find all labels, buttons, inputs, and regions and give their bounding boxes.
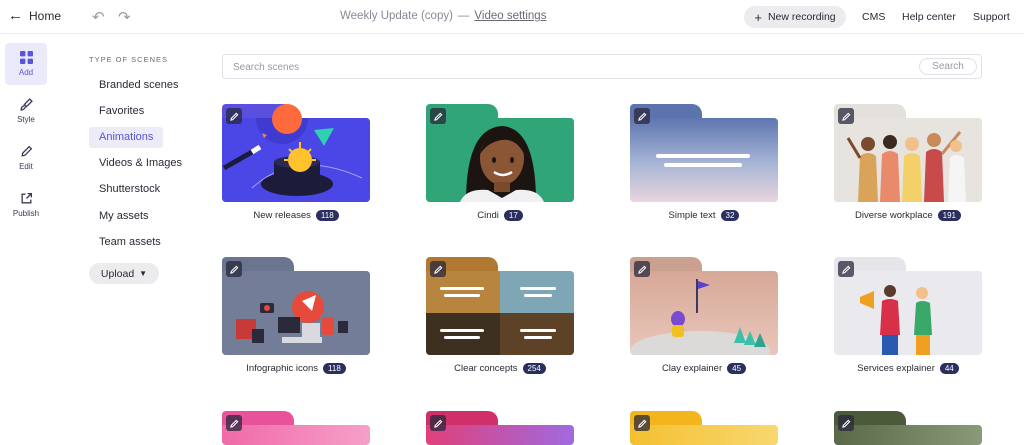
search-input[interactable] [233, 60, 833, 74]
edit-pencil-icon[interactable] [634, 261, 650, 277]
category-branded-scenes[interactable]: Branded scenes [89, 75, 189, 96]
rail-style-label: Style [17, 115, 35, 124]
megaphone-people-illustration [834, 271, 982, 355]
rail-style[interactable]: Style [5, 90, 47, 132]
share-icon [21, 192, 32, 204]
title-separator: — [457, 10, 470, 22]
category-favorites[interactable]: Favorites [89, 101, 154, 122]
scene-count-badge: 118 [323, 363, 346, 374]
support-link[interactable]: Support [973, 11, 1010, 23]
rail-edit[interactable]: Edit [5, 137, 47, 179]
edit-pencil-icon[interactable] [838, 261, 854, 277]
category-team-assets[interactable]: Team assets [89, 232, 171, 253]
upload-button[interactable]: Upload ▼ [89, 263, 159, 284]
edit-pencil-icon[interactable] [226, 261, 242, 277]
people-group-illustration [834, 118, 982, 202]
scene-types-heading: TYPE OF SCENES [89, 55, 169, 64]
video-settings-link[interactable]: Video settings [474, 10, 546, 22]
scene-label: Clay explainer 45 [630, 363, 778, 374]
category-my-assets[interactable]: My assets [89, 206, 159, 227]
project-title-bar: Weekly Update (copy) — Video settings [340, 10, 546, 22]
folder-thumbnail [834, 104, 982, 202]
top-bar: ← Home ↶ ↷ Weekly Update (copy) — Video … [0, 0, 1024, 34]
folder-thumbnail [834, 257, 982, 355]
scene-name: Infographic icons [246, 363, 319, 374]
undo-icon[interactable]: ↶ [92, 8, 105, 26]
rail-edit-label: Edit [19, 162, 33, 171]
scene-name: Cindi [477, 210, 499, 221]
scene-count-badge: 45 [727, 363, 747, 374]
scene-name: Diverse workplace [855, 210, 933, 221]
folder-thumbnail [630, 411, 778, 445]
category-shutterstock[interactable]: Shutterstock [89, 179, 170, 200]
folder-thumbnail [630, 104, 778, 202]
clay-figure-illustration [630, 279, 770, 355]
redo-icon[interactable]: ↷ [118, 8, 131, 26]
edit-pencil-icon[interactable] [838, 108, 854, 124]
left-rail: Add Style Edit Publish [0, 34, 52, 445]
chevron-down-icon: ▼ [139, 269, 148, 278]
scene-label: Clear concepts 254 [426, 363, 574, 374]
edit-pencil-icon[interactable] [226, 415, 242, 431]
back-arrow-icon: ← [8, 7, 23, 24]
scene-label: Infographic icons 118 [222, 363, 370, 374]
scene-name: Clay explainer [661, 363, 723, 374]
scene-name: Clear concepts [454, 363, 518, 374]
folder-thumbnail [630, 257, 778, 355]
scene-label: New releases 118 [222, 210, 370, 221]
infographic-icons-illustration [222, 271, 370, 355]
edit-pencil-icon[interactable] [430, 261, 446, 277]
folder-thumbnail [426, 411, 574, 445]
rail-publish[interactable]: Publish [5, 184, 47, 226]
cindi-avatar-illustration [426, 118, 574, 202]
scene-count-badge: 17 [503, 210, 523, 221]
edit-pencil-icon[interactable] [838, 415, 854, 431]
folder-thumbnail [222, 411, 370, 445]
brush-icon [19, 98, 33, 111]
category-videos-images[interactable]: Videos & Images [89, 153, 192, 174]
rail-add-label: Add [18, 68, 34, 77]
concept-photos-illustration [426, 271, 574, 355]
folder-thumbnail [426, 257, 574, 355]
scene-count-badge: 44 [939, 363, 959, 374]
scene-name: Simple text [668, 210, 716, 221]
plus-icon: + [754, 9, 762, 25]
pencil-icon [20, 145, 32, 157]
text-lines-illustration [656, 154, 750, 167]
home-button[interactable]: ← Home [8, 8, 61, 23]
help-center-link[interactable]: Help center [902, 11, 956, 23]
edit-pencil-icon[interactable] [430, 415, 446, 431]
home-label: Home [29, 8, 62, 23]
upload-label: Upload [100, 267, 135, 280]
scene-count-badge: 32 [720, 210, 740, 221]
edit-pencil-icon[interactable] [634, 415, 650, 431]
grid-icon [19, 51, 33, 64]
scene-name: Services explainer [857, 363, 935, 374]
new-recording-button[interactable]: + New recording [744, 6, 846, 28]
folder-thumbnail [834, 411, 982, 445]
folder-thumbnail [222, 104, 370, 202]
new-recording-label: New recording [767, 11, 836, 23]
edit-pencil-icon[interactable] [226, 108, 242, 124]
rail-add[interactable]: Add [5, 43, 47, 85]
scene-label: Simple text 32 [630, 210, 778, 221]
project-title[interactable]: Weekly Update (copy) [340, 10, 453, 22]
scene-label: Services explainer 44 [834, 363, 982, 374]
rail-publish-label: Publish [12, 209, 40, 218]
folder-thumbnail [222, 257, 370, 355]
folder-thumbnail [426, 104, 574, 202]
scene-count-badge: 191 [937, 210, 961, 221]
edit-pencil-icon[interactable] [634, 108, 650, 124]
scene-name: New releases [253, 210, 311, 221]
scene-label: Diverse workplace 191 [834, 210, 982, 221]
category-animations[interactable]: Animations [89, 127, 164, 148]
scene-count-badge: 118 [315, 210, 339, 221]
scene-label: Cindi 17 [426, 210, 574, 221]
edit-pencil-icon[interactable] [430, 108, 446, 124]
search-button[interactable]: Search [919, 58, 977, 75]
search-bar: Search [222, 54, 982, 79]
scene-count-badge: 254 [522, 363, 546, 374]
cms-link[interactable]: CMS [862, 11, 885, 23]
